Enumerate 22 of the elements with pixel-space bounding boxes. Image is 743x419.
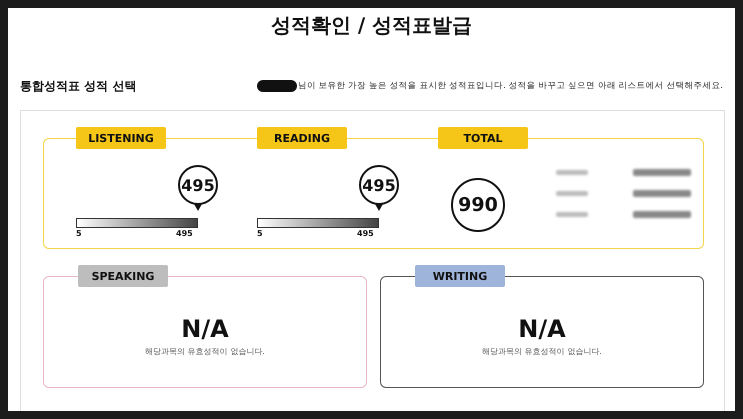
axis-label: 5 bbox=[76, 229, 82, 238]
page-title: 성적확인 / 성적표발급 bbox=[270, 12, 474, 39]
score-bubble: 495 bbox=[359, 165, 399, 205]
section-heading: 통합성적표 성적 선택 bbox=[20, 78, 136, 94]
score-value: N/A bbox=[518, 316, 566, 342]
score-bubble: 495 bbox=[178, 165, 218, 205]
total-score: 990 bbox=[451, 178, 505, 232]
redaction-mark bbox=[256, 80, 297, 92]
axis-label: 5 bbox=[257, 229, 263, 238]
empty-message: 해당과목의 유효성적이 없습니다. bbox=[145, 346, 265, 356]
pointer-icon bbox=[194, 204, 202, 211]
section-tag: SPEAKING bbox=[78, 265, 168, 287]
section-tag: LISTENING bbox=[76, 127, 166, 149]
section-tag: TOTAL bbox=[438, 127, 528, 149]
axis-label: 495 bbox=[357, 229, 374, 238]
axis-label: 495 bbox=[176, 229, 193, 238]
section-tag: WRITING bbox=[415, 265, 505, 287]
notice-text: 님이 보유한 가장 높은 성적을 표시한 성적표입니다. 성적을 바꾸고 싶으면 아래 리스트에서 선택해주세요. bbox=[298, 80, 723, 92]
empty-message: 해당과목의 유효성적이 없습니다. bbox=[482, 346, 602, 356]
section-tag: READING bbox=[257, 127, 347, 149]
score-value: N/A bbox=[181, 316, 229, 342]
pointer-icon bbox=[375, 204, 383, 211]
